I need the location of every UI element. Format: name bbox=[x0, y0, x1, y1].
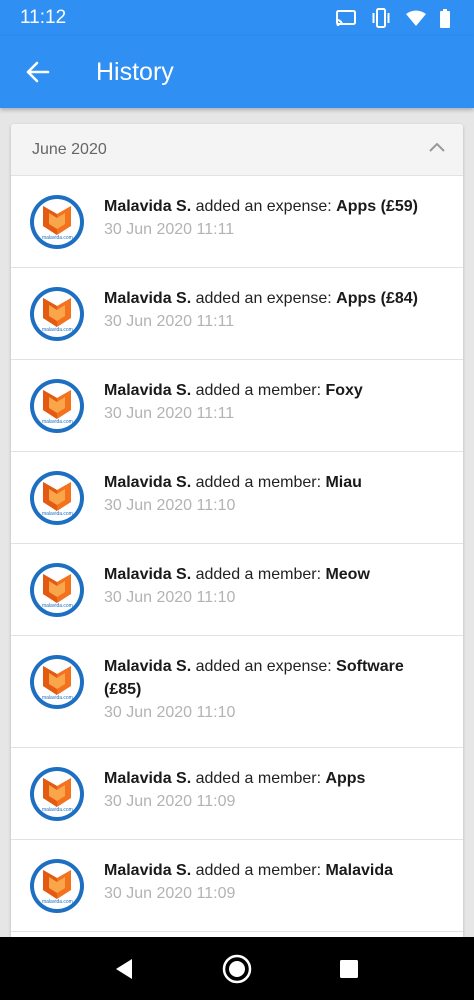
square-recents-icon bbox=[340, 960, 358, 978]
list-item[interactable]: malavida.com Malavida S. added an expense… bbox=[11, 268, 463, 360]
item-date: 30 Jun 2020 11:11 bbox=[104, 313, 235, 330]
avatar-brand-text: malavida.com bbox=[42, 511, 73, 517]
arrow-back-icon bbox=[26, 61, 50, 83]
avatar: malavida.com bbox=[30, 655, 84, 709]
item-actor: Malavida S. bbox=[104, 862, 192, 879]
item-subject: Apps bbox=[325, 770, 366, 787]
avatar: malavida.com bbox=[30, 563, 84, 617]
item-actor: Malavida S. bbox=[104, 198, 192, 215]
avatar: malavida.com bbox=[30, 471, 84, 525]
avatar: malavida.com bbox=[30, 287, 84, 341]
list-item[interactable]: malavida.com Malavida S. added a member: … bbox=[11, 840, 463, 932]
item-action: added a member: bbox=[191, 862, 326, 879]
collapse-button[interactable] bbox=[427, 138, 447, 158]
vibrate-icon bbox=[370, 8, 392, 33]
item-actor: Malavida S. bbox=[104, 566, 192, 583]
history-card: June 2020 malavida.com Malavida S. added … bbox=[11, 124, 463, 954]
item-text: Malavida S. added a member: Apps 30 Jun 2… bbox=[104, 767, 444, 813]
item-text: Malavida S. added an expense: Software (… bbox=[104, 655, 444, 724]
avatar-brand-text: malavida.com bbox=[42, 695, 73, 701]
malavida-logo-icon bbox=[43, 778, 71, 807]
nav-back-button[interactable] bbox=[108, 953, 140, 985]
malavida-logo-icon bbox=[43, 482, 71, 511]
circle-home-icon bbox=[222, 954, 252, 984]
list-item[interactable]: malavida.com Malavida S. added a member: … bbox=[11, 544, 463, 636]
item-action: added a member: bbox=[191, 566, 326, 583]
item-date: 30 Jun 2020 11:09 bbox=[104, 885, 236, 902]
item-subject: Miau bbox=[325, 474, 362, 491]
item-date: 30 Jun 2020 11:10 bbox=[104, 497, 236, 514]
item-text: Malavida S. added an expense: Apps (£59)… bbox=[104, 195, 444, 241]
item-date: 30 Jun 2020 11:10 bbox=[104, 589, 236, 606]
nav-recents-button[interactable] bbox=[333, 953, 365, 985]
list-item[interactable]: malavida.com Malavida S. added a member: … bbox=[11, 452, 463, 544]
status-icons bbox=[336, 8, 450, 33]
item-text: Malavida S. added a member: Malavida 30 J… bbox=[104, 859, 444, 905]
malavida-logo-icon bbox=[43, 870, 71, 899]
avatar: malavida.com bbox=[30, 379, 84, 433]
back-button[interactable] bbox=[20, 54, 56, 90]
item-action: added an expense: bbox=[191, 658, 337, 675]
malavida-logo-icon bbox=[43, 574, 71, 603]
item-text: Malavida S. added a member: Foxy 30 Jun 2… bbox=[104, 379, 444, 425]
item-action: added a member: bbox=[191, 770, 326, 787]
avatar-brand-text: malavida.com bbox=[42, 327, 73, 333]
item-actor: Malavida S. bbox=[104, 658, 192, 675]
item-actor: Malavida S. bbox=[104, 382, 192, 399]
status-bar: 11:12 bbox=[0, 0, 474, 36]
item-text: Malavida S. added a member: Meow 30 Jun 2… bbox=[104, 563, 444, 609]
section-title: June 2020 bbox=[32, 141, 107, 158]
item-subject: Apps (£59) bbox=[336, 198, 418, 215]
item-date: 30 Jun 2020 11:11 bbox=[104, 405, 235, 422]
cast-icon bbox=[336, 9, 356, 32]
chevron-up-icon bbox=[429, 142, 445, 152]
item-actor: Malavida S. bbox=[104, 770, 192, 787]
item-actor: Malavida S. bbox=[104, 474, 192, 491]
malavida-logo-icon bbox=[43, 390, 71, 419]
list-item[interactable]: malavida.com Malavida S. added an expense… bbox=[11, 176, 463, 268]
avatar-brand-text: malavida.com bbox=[42, 419, 73, 425]
list-item[interactable]: malavida.com Malavida S. added an expense… bbox=[11, 636, 463, 748]
item-text: Malavida S. added a member: Miau 30 Jun 2… bbox=[104, 471, 444, 517]
list-item[interactable]: malavida.com Malavida S. added a member: … bbox=[11, 360, 463, 452]
section-header[interactable]: June 2020 bbox=[11, 124, 463, 176]
history-list: malavida.com Malavida S. added an expense… bbox=[11, 176, 463, 932]
avatar: malavida.com bbox=[30, 859, 84, 913]
item-action: added a member: bbox=[191, 474, 326, 491]
app-bar: History bbox=[0, 36, 474, 108]
nav-home-button[interactable] bbox=[221, 953, 253, 985]
page-title: History bbox=[96, 58, 174, 86]
avatar-brand-text: malavida.com bbox=[42, 603, 73, 609]
item-action: added an expense: bbox=[191, 198, 337, 215]
item-date: 30 Jun 2020 11:11 bbox=[104, 221, 235, 238]
avatar-brand-text: malavida.com bbox=[42, 807, 73, 813]
item-subject: Meow bbox=[325, 566, 370, 583]
status-time: 11:12 bbox=[20, 7, 67, 28]
avatar-brand-text: malavida.com bbox=[42, 899, 73, 905]
list-item[interactable]: malavida.com Malavida S. added a member: … bbox=[11, 748, 463, 840]
item-actor: Malavida S. bbox=[104, 290, 192, 307]
avatar-brand-text: malavida.com bbox=[42, 235, 73, 241]
item-subject: Foxy bbox=[325, 382, 363, 399]
item-date: 30 Jun 2020 11:09 bbox=[104, 793, 236, 810]
malavida-logo-icon bbox=[43, 298, 71, 327]
item-date: 30 Jun 2020 11:10 bbox=[104, 704, 236, 721]
item-subject: Malavida bbox=[325, 862, 394, 879]
navigation-bar bbox=[0, 937, 474, 1000]
battery-icon bbox=[440, 8, 450, 33]
wifi-icon bbox=[406, 10, 426, 31]
triangle-back-icon bbox=[116, 959, 132, 979]
avatar: malavida.com bbox=[30, 195, 84, 249]
item-action: added a member: bbox=[191, 382, 326, 399]
avatar: malavida.com bbox=[30, 767, 84, 821]
item-subject: Apps (£84) bbox=[336, 290, 418, 307]
item-text: Malavida S. added an expense: Apps (£84)… bbox=[104, 287, 444, 333]
malavida-logo-icon bbox=[43, 666, 71, 695]
malavida-logo-icon bbox=[43, 206, 71, 235]
item-action: added an expense: bbox=[191, 290, 337, 307]
